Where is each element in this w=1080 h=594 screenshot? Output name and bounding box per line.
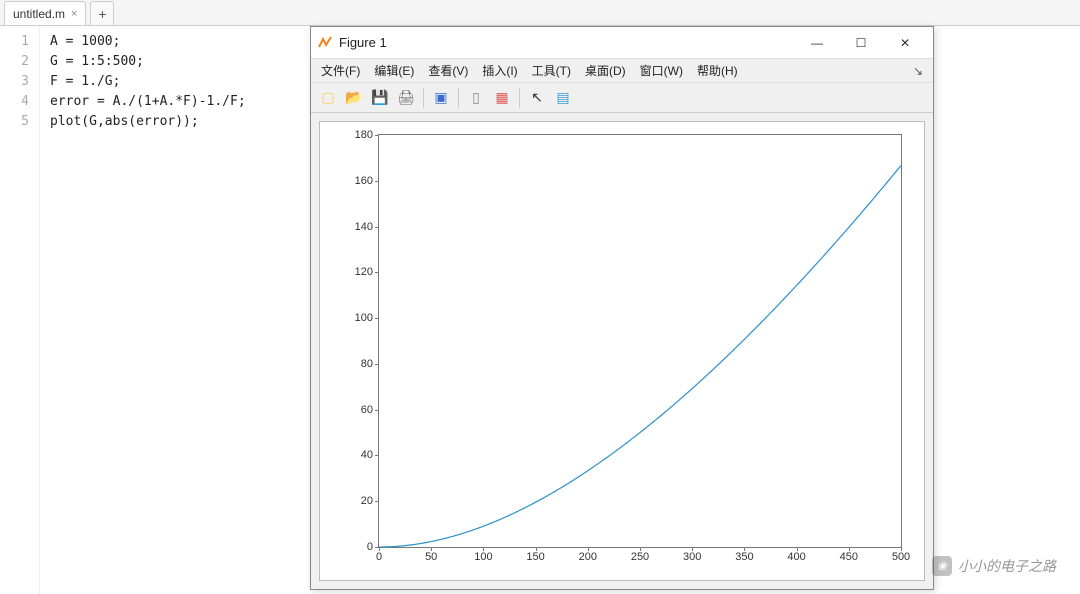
- x-tick-mark: [483, 547, 484, 551]
- print-icon[interactable]: 🖨: [395, 87, 417, 109]
- close-icon[interactable]: ×: [71, 8, 77, 20]
- editor-tab-active[interactable]: untitled.m ×: [4, 1, 86, 25]
- minimize-button[interactable]: —: [795, 28, 839, 58]
- x-tick-label: 250: [631, 551, 649, 563]
- y-tick-mark: [375, 227, 379, 228]
- plus-icon: +: [98, 6, 106, 22]
- menu-item[interactable]: 查看(V): [428, 62, 468, 79]
- x-tick-label: 150: [526, 551, 544, 563]
- x-tick-label: 400: [787, 551, 805, 563]
- line-series: [379, 135, 901, 547]
- matlab-figure-icon: [317, 35, 333, 51]
- menu-item[interactable]: 帮助(H): [697, 62, 738, 79]
- menu-item[interactable]: 桌面(D): [585, 62, 626, 79]
- maximize-button[interactable]: ☐: [839, 28, 883, 58]
- y-tick-mark: [375, 135, 379, 136]
- figure-menubar: 文件(F) 编辑(E) 查看(V) 插入(I) 工具(T) 桌面(D) 窗口(W) 帮助(H)…: [311, 59, 933, 83]
- line-number: 4: [6, 92, 29, 112]
- toolbar-separator: [458, 88, 459, 108]
- figure-toolbar: ▢📂💾🖨 ▣ ▯▦ ↖▤: [311, 83, 933, 113]
- insert-icon[interactable]: ▤: [552, 87, 574, 109]
- y-tick-mark: [375, 181, 379, 182]
- y-tick-label: 60: [361, 404, 373, 416]
- figure-titlebar[interactable]: Figure 1 — ☐ ✕: [311, 27, 933, 59]
- x-tick-mark: [901, 547, 902, 551]
- pointer-icon[interactable]: ↖: [526, 87, 548, 109]
- line-number: 5: [6, 112, 29, 132]
- menu-item[interactable]: 编辑(E): [374, 62, 414, 79]
- close-button[interactable]: ✕: [883, 28, 927, 58]
- y-tick-label: 100: [355, 312, 373, 324]
- y-tick-label: 140: [355, 221, 373, 233]
- line-number: 2: [6, 52, 29, 72]
- y-tick-mark: [375, 410, 379, 411]
- code-area[interactable]: A = 1000; G = 1:5:500; F = 1./G; error =…: [40, 26, 256, 594]
- x-tick-label: 500: [892, 551, 910, 563]
- open-folder-icon[interactable]: 📂: [343, 87, 365, 109]
- y-tick-label: 80: [361, 358, 373, 370]
- menu-overflow-icon[interactable]: ↘: [913, 64, 923, 78]
- x-tick-mark: [536, 547, 537, 551]
- editor-tabbar: untitled.m × +: [0, 0, 1080, 26]
- y-tick-label: 40: [361, 449, 373, 461]
- x-tick-label: 200: [579, 551, 597, 563]
- y-tick-label: 20: [361, 495, 373, 507]
- y-tick-mark: [375, 501, 379, 502]
- menu-item[interactable]: 工具(T): [532, 62, 571, 79]
- menu-item[interactable]: 文件(F): [321, 62, 360, 79]
- menu-item[interactable]: 插入(I): [482, 62, 517, 79]
- figure-window: Figure 1 — ☐ ✕ 文件(F) 编辑(E) 查看(V) 插入(I) 工具(T)…: [310, 26, 934, 590]
- toolbar-separator: [519, 88, 520, 108]
- y-tick-label: 180: [355, 129, 373, 141]
- plot-canvas[interactable]: 0 20 40 60 80 100 120 140 160 180 0 50 100 150 200 250 3…: [319, 121, 925, 581]
- x-tick-mark: [744, 547, 745, 551]
- x-tick-label: 50: [425, 551, 437, 563]
- y-tick-label: 160: [355, 175, 373, 187]
- rotate-icon[interactable]: ▯: [465, 87, 487, 109]
- x-tick-label: 300: [683, 551, 701, 563]
- y-tick-mark: [375, 364, 379, 365]
- line-gutter: 12345: [0, 26, 40, 594]
- menu-item[interactable]: 窗口(W): [640, 62, 683, 79]
- y-tick-label: 0: [367, 541, 373, 553]
- line-number: 1: [6, 32, 29, 52]
- x-tick-mark: [588, 547, 589, 551]
- save-icon[interactable]: 💾: [369, 87, 391, 109]
- datatip-icon[interactable]: ▣: [430, 87, 452, 109]
- x-tick-mark: [797, 547, 798, 551]
- figure-plot-area: 0 20 40 60 80 100 120 140 160 180 0 50 100 150 200 250 3…: [311, 113, 933, 589]
- toolbar-separator: [423, 88, 424, 108]
- y-tick-mark: [375, 455, 379, 456]
- x-tick-mark: [379, 547, 380, 551]
- x-tick-label: 0: [376, 551, 382, 563]
- figure-title: Figure 1: [339, 35, 795, 50]
- tab-label: untitled.m: [13, 7, 65, 21]
- axes: 0204060801001201401601800501001502002503…: [378, 134, 902, 548]
- x-tick-mark: [849, 547, 850, 551]
- new-tab-button[interactable]: +: [90, 1, 114, 25]
- y-tick-mark: [375, 272, 379, 273]
- y-tick-label: 120: [355, 266, 373, 278]
- x-tick-label: 450: [840, 551, 858, 563]
- x-tick-label: 100: [474, 551, 492, 563]
- brush-icon[interactable]: ▦: [491, 87, 513, 109]
- x-tick-mark: [431, 547, 432, 551]
- y-tick-mark: [375, 318, 379, 319]
- x-tick-mark: [640, 547, 641, 551]
- new-file-icon[interactable]: ▢: [317, 87, 339, 109]
- x-tick-label: 350: [735, 551, 753, 563]
- line-number: 3: [6, 72, 29, 92]
- x-tick-mark: [692, 547, 693, 551]
